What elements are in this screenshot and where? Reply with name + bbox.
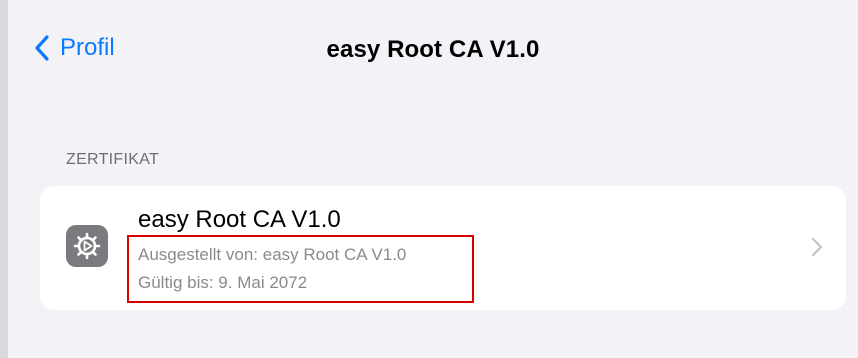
certificate-valid-until: Gültig bis: 9. Mai 2072 [138,273,308,292]
certificate-issued-by: Ausgestellt von: easy Root CA V1.0 [138,245,407,264]
navigation-bar: Profil easy Root CA V1.0 [8,0,858,100]
certificate-name: easy Root CA V1.0 [138,206,341,233]
certificate-row[interactable]: easy Root CA V1.0 Ausgestellt von: easy … [40,186,846,310]
section-header-certificate: ZERTIFIKAT [66,151,160,168]
page-title: easy Root CA V1.0 [326,36,540,63]
chevron-right-icon [811,237,823,257]
gear-icon [66,225,108,267]
window-left-edge [0,0,8,358]
